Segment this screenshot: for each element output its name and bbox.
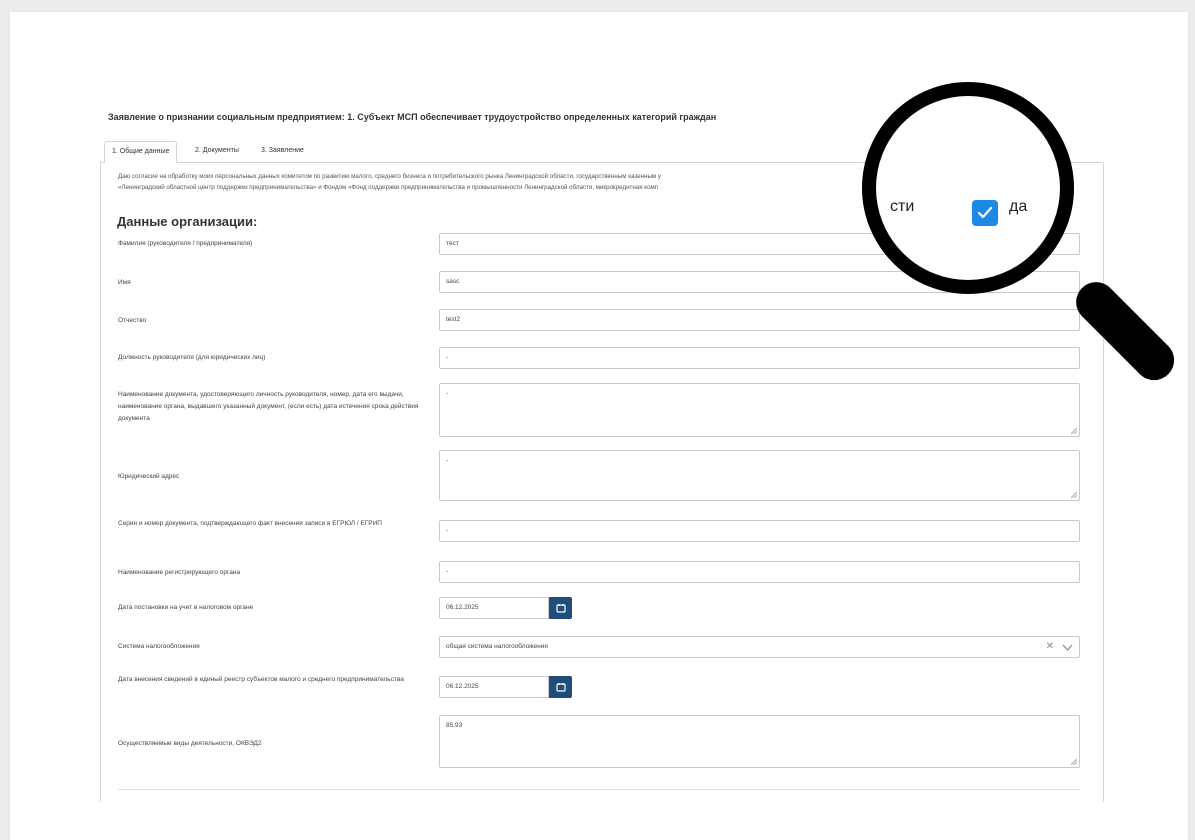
reg-authority-value: - — [446, 568, 449, 575]
consent-line-2: «Ленинградский областной центр поддержки… — [118, 184, 659, 191]
resize-handle-icon[interactable] — [1071, 428, 1077, 434]
reg-authority-label: Наименование регистрирующего органа — [118, 569, 241, 576]
magnifier-lens: сти да — [862, 82, 1074, 294]
position-value: - — [446, 354, 449, 361]
legal-address-value: - — [446, 457, 449, 464]
legal-address-textarea[interactable]: - — [439, 450, 1080, 501]
magnified-text: сти — [890, 198, 915, 215]
chevron-down-icon[interactable] — [1062, 644, 1073, 651]
registry-date-calendar-button[interactable] — [549, 676, 572, 698]
divider — [118, 789, 1080, 790]
id-document-value: - — [446, 390, 449, 397]
consent-text: Даю согласие на обработку моих персональ… — [118, 171, 878, 193]
tax-date-label: Дата постановки на учет в налоговом орга… — [118, 604, 254, 611]
name-value: sasc — [446, 278, 460, 285]
patronymic-input[interactable]: test2 — [439, 309, 1080, 331]
okved-value: 85.93 — [446, 722, 463, 729]
registry-date-input[interactable]: 06.12.2025 — [439, 676, 549, 698]
patronymic-label: Отчество — [118, 317, 147, 324]
reg-authority-input[interactable]: - — [439, 561, 1080, 583]
resize-handle-icon[interactable] — [1071, 492, 1077, 498]
patronymic-value: test2 — [446, 316, 461, 323]
select-controls: ✕ — [1046, 637, 1073, 657]
clear-icon[interactable]: ✕ — [1046, 637, 1054, 657]
calendar-icon — [555, 604, 566, 613]
consent-line-1: Даю согласие на обработку моих персональ… — [118, 173, 661, 180]
okved-textarea[interactable]: 85.93 — [439, 715, 1080, 768]
position-label: Должность руководителя (для юридических … — [118, 354, 266, 361]
id-document-label: Наименование документа, удостоверяющего … — [118, 391, 419, 422]
consent-checkbox-label: да — [1009, 198, 1028, 215]
surname-value: тест — [446, 240, 459, 247]
resize-handle-icon[interactable] — [1071, 759, 1077, 765]
name-label: Имя — [118, 279, 131, 286]
registry-date-label: Дата внесения сведений в единый реестр с… — [118, 676, 404, 683]
tax-system-value: общая система налогообложения — [446, 643, 548, 650]
consent-checkbox[interactable] — [972, 200, 998, 226]
surname-label: Фамилия (руководителя / предпринимателя) — [118, 240, 253, 247]
tax-system-label: Система налогообложения — [118, 643, 200, 650]
egrul-doc-input[interactable]: - — [439, 520, 1080, 542]
legal-address-label: Юридический адрес — [118, 473, 180, 480]
tab-application[interactable]: 3. Заявление — [254, 141, 311, 161]
tab-general[interactable]: 1. Общие данные — [104, 141, 178, 163]
okved-label: Осуществляемые виды деятельности, ОКВЭД2 — [118, 740, 262, 747]
egrul-doc-value: - — [446, 527, 449, 534]
tax-date-input[interactable]: 06.12.2025 — [439, 597, 549, 619]
page-title: Заявление о признании социальным предпри… — [108, 112, 717, 122]
calendar-icon — [555, 683, 566, 692]
section-title: Данные организации: — [117, 214, 258, 229]
tax-date-calendar-button[interactable] — [549, 597, 572, 619]
checkmark-icon — [977, 206, 993, 219]
tab-documents[interactable]: 2. Документы — [188, 141, 246, 161]
id-document-textarea[interactable]: - — [439, 383, 1080, 437]
position-input[interactable]: - — [439, 347, 1080, 369]
egrul-doc-label: Серия и номер документа, подтверждающего… — [118, 520, 382, 527]
tax-system-select[interactable]: общая система налогообложения ✕ — [439, 636, 1080, 658]
